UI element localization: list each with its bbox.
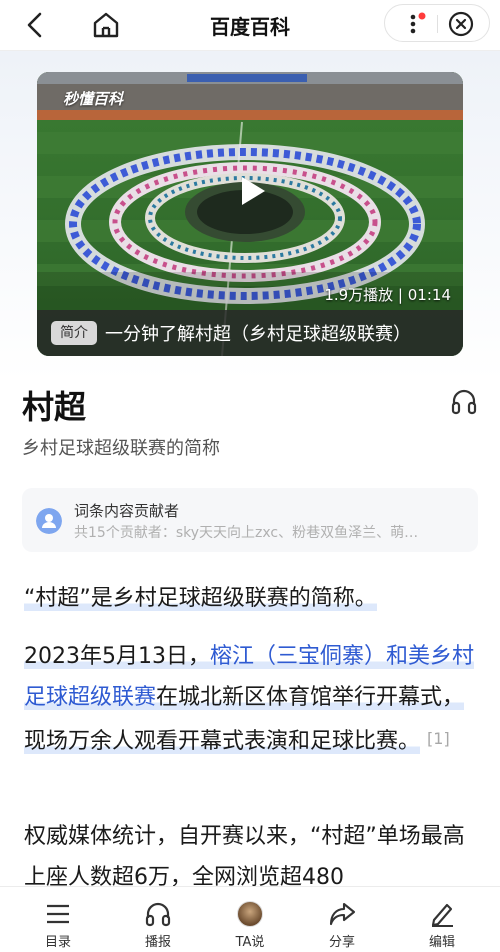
contributors-title: 词条内容贡献者	[74, 502, 180, 520]
share-icon	[329, 902, 356, 926]
capsule-divider	[437, 15, 438, 33]
contributors-desc: 共15个贡献者：sky天天向上zxc、粉巷双鱼泽兰、萌…	[74, 525, 419, 541]
user-icon	[36, 508, 62, 534]
list-icon	[47, 904, 69, 924]
tab-label: 目录	[44, 935, 71, 950]
tab-ta-says[interactable]: TA说	[208, 887, 292, 952]
headphones-icon[interactable]	[450, 386, 478, 416]
entry-subtitle: 乡村足球超级联赛的简称	[22, 438, 220, 459]
citation-ref[interactable]: [1]	[427, 729, 450, 748]
paragraph-text: 2023年5月13日，	[24, 644, 210, 669]
more-vertical-icon[interactable]	[403, 11, 427, 37]
tab-toc[interactable]: 目录	[16, 887, 100, 952]
close-circle-icon[interactable]	[447, 10, 475, 38]
play-icon[interactable]	[232, 172, 270, 210]
tab-edit[interactable]: 编辑	[400, 887, 484, 952]
contributors-card[interactable]: 词条内容贡献者 共15个贡献者：sky天天向上zxc、粉巷双鱼泽兰、萌…	[22, 488, 478, 552]
tab-label: 分享	[328, 935, 355, 950]
tab-label: 播报	[144, 935, 171, 950]
headphones-icon	[145, 902, 171, 927]
entry-title: 村超	[22, 388, 87, 426]
mini-program-capsule	[384, 4, 490, 42]
tab-share[interactable]: 分享	[300, 887, 384, 952]
paragraph-text: 权威媒体统计，自开赛以来，“村超”单场最高上座人数超6万，全网浏览超480	[24, 824, 465, 890]
paragraph-text: “村超”是乡村足球超级联赛的简称。	[24, 586, 377, 611]
tab-label: TA说	[235, 935, 265, 950]
video-stats: 1.9万播放 | 01:14	[324, 286, 451, 304]
paragraph: 2023年5月13日，榕江（三宝侗寨）和美乡村足球超级联赛在城北新区体育馆举行开…	[24, 636, 476, 762]
paragraph: “村超”是乡村足球超级联赛的简称。	[24, 578, 476, 619]
edit-icon	[431, 903, 453, 927]
avatar-icon	[237, 901, 263, 927]
top-nav-bar: 百度百科	[0, 0, 500, 50]
video-caption-text: 一分钟了解村超（乡村足球超级联赛）	[105, 324, 411, 345]
tab-broadcast[interactable]: 播报	[116, 887, 200, 952]
tab-label: 编辑	[428, 935, 455, 950]
video-caption-bar[interactable]: 简介 一分钟了解村超（乡村足球超级联赛）	[37, 310, 463, 356]
bottom-toolbar: 目录 播报 TA说 分享 编辑	[0, 886, 500, 952]
video-brand-logo: 秒懂百科	[63, 90, 124, 108]
notification-dot	[418, 12, 426, 20]
intro-tag: 简介	[51, 321, 97, 345]
video-card[interactable]: 秒懂百科 1.9万播放 | 01:14 简介 一分钟了解村超（乡村足球超级联赛）	[37, 72, 463, 356]
